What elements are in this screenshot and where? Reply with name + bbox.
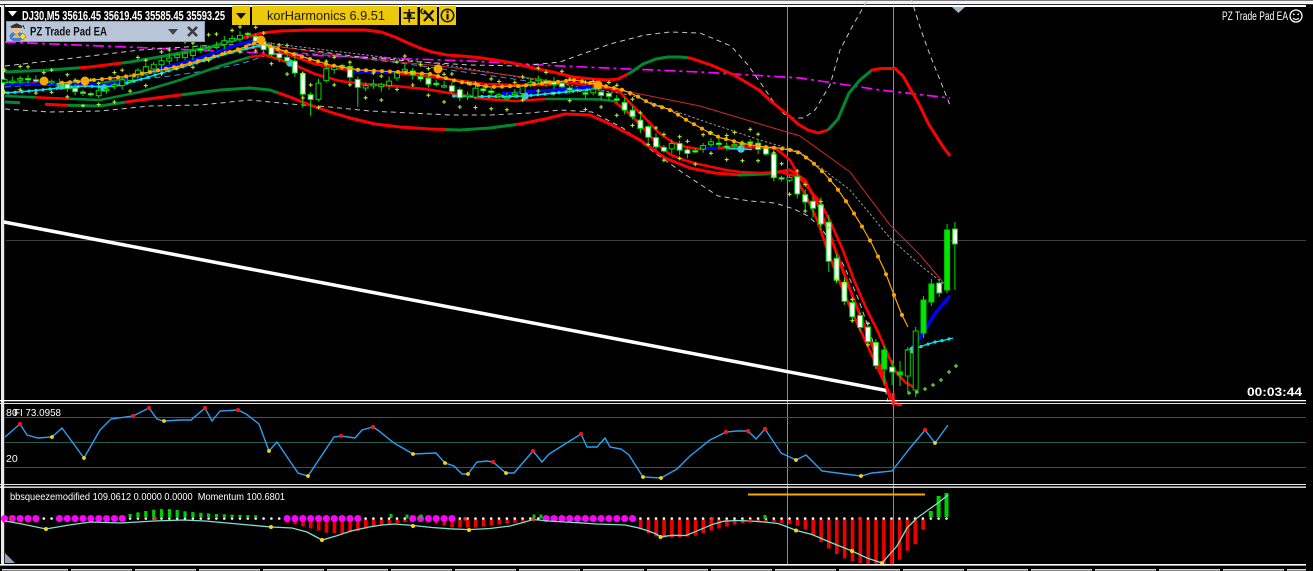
svg-text:20: 20 — [6, 453, 18, 465]
svg-text:FI 73.0958: FI 73.0958 — [14, 407, 61, 419]
svg-text:PZ Trade Pad EA: PZ Trade Pad EA — [30, 27, 107, 39]
svg-text:korHarmonics 6.9.51: korHarmonics 6.9.51 — [267, 9, 385, 23]
svg-text:bbsqueezemodified 109.0612 0.0: bbsqueezemodified 109.0612 0.0000 0.0000… — [10, 492, 285, 503]
svg-text:PZ Trade Pad EA: PZ Trade Pad EA — [1222, 11, 1288, 23]
svg-text:00:03:44: 00:03:44 — [1247, 387, 1303, 399]
svg-text:DJ30,M5 35616.45 35619.45 355: DJ30,M5 35616.45 35619.45 35585.45 35593… — [22, 9, 225, 23]
